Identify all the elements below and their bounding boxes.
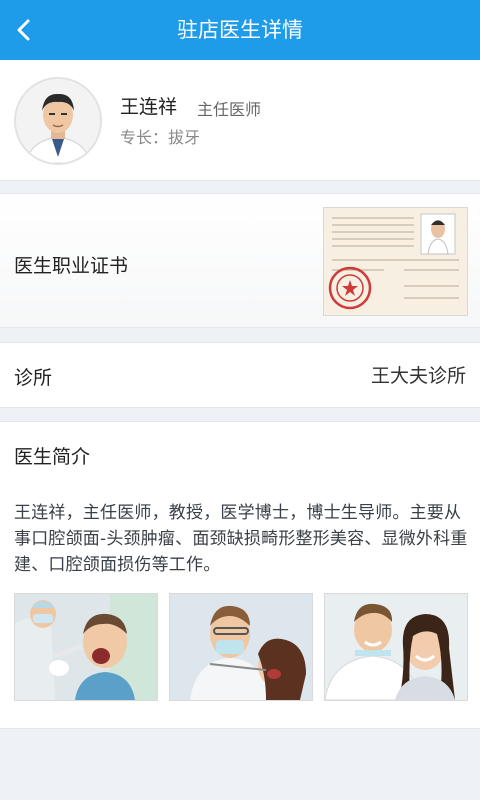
top-bar: 驻店医生详情	[0, 0, 480, 60]
certificate-label: 医生职业证书	[14, 255, 129, 277]
doctor-title: 主任医师	[197, 100, 262, 119]
dental-photo-2[interactable]	[169, 593, 313, 701]
doctor-profile-card: 王连祥 主任医师 专长：拔牙	[0, 60, 480, 181]
clinic-label: 诊所	[14, 367, 53, 389]
intro-text: 王连祥，主任医师，教授，医学博士，博士生导师。主要从事口腔颌面-头颈肿瘤、面颈缺…	[14, 503, 468, 575]
doctor-specialty: 专长：拔牙	[120, 128, 201, 147]
dental-photo-3[interactable]	[324, 593, 468, 701]
clinic-row[interactable]: 诊所 王大夫诊所	[0, 342, 480, 408]
intro-section-body: 王连祥，主任医师，教授，医学博士，博士生导师。主要从事口腔颌面-头颈肿瘤、面颈缺…	[0, 486, 480, 729]
dental-photo-1[interactable]	[14, 593, 158, 701]
certificate-row[interactable]: 医生职业证书	[0, 193, 480, 328]
doctor-name: 王连祥	[120, 96, 178, 118]
intro-section-header: 医生简介	[0, 421, 480, 487]
certificate-image[interactable]	[323, 207, 468, 316]
intro-label: 医生简介	[14, 446, 91, 468]
clinic-name: 王大夫诊所	[370, 365, 466, 387]
doctor-avatar	[14, 77, 102, 165]
page-title: 驻店医生详情	[177, 18, 303, 42]
